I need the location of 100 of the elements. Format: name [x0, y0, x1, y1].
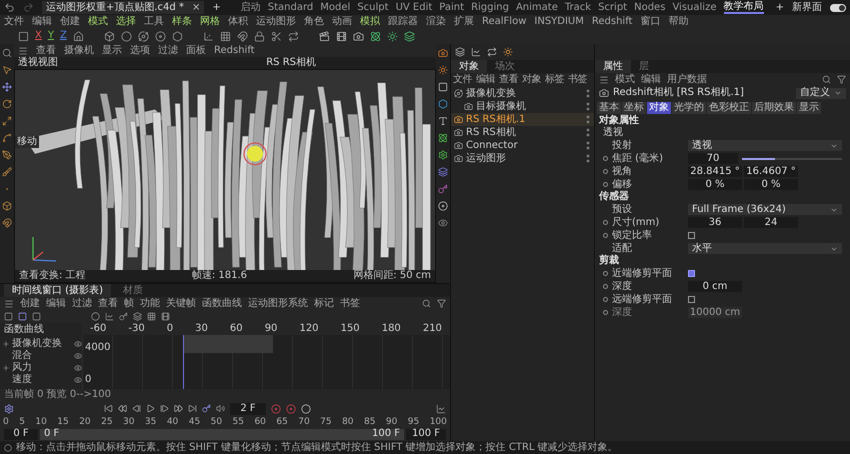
orbit-icon[interactable] — [454, 89, 463, 98]
menu-item[interactable]: 体积 — [228, 16, 248, 26]
value-field[interactable]: 0 cm — [688, 281, 742, 292]
layout-tab[interactable]: Rigging — [471, 1, 509, 14]
section-tab[interactable]: 显示 — [797, 102, 821, 114]
search-icon[interactable] — [2, 48, 12, 58]
playback-icon[interactable] — [174, 404, 183, 413]
curve-tool-icon[interactable] — [105, 312, 114, 321]
hexagon-icon[interactable] — [438, 99, 448, 109]
checkbox[interactable] — [688, 270, 695, 277]
axis-toggle[interactable]: X — [35, 31, 42, 41]
spline-icon[interactable] — [2, 133, 12, 143]
menu-icon[interactable] — [599, 74, 609, 84]
value-field[interactable]: 0 % — [744, 179, 798, 190]
range-start-field[interactable]: 0 F — [4, 428, 38, 440]
menu-item[interactable]: 运动图形 — [256, 16, 296, 26]
object-row[interactable]: RS RS相机 — [451, 126, 594, 139]
menu-item[interactable]: 样条 — [172, 16, 192, 26]
menu-item[interactable]: 动画 — [332, 16, 352, 26]
view-menu-item[interactable]: 显示 — [102, 46, 122, 56]
track-name[interactable]: 混合 — [12, 351, 72, 361]
add-layout-button[interactable]: + — [776, 2, 784, 12]
menu-icon[interactable] — [18, 46, 28, 56]
attribute-menu-item[interactable]: 用户数据 — [667, 74, 707, 84]
filter-icon[interactable] — [437, 299, 446, 308]
camera-icon[interactable] — [438, 48, 448, 58]
dropdown[interactable]: Full Frame (36x24) — [688, 204, 842, 215]
dropdown[interactable]: 水平 — [688, 243, 842, 254]
panel-tab[interactable]: 属性 — [595, 60, 631, 73]
move-icon[interactable] — [2, 82, 12, 92]
menu-item[interactable]: 模式 — [88, 16, 108, 26]
menu-item[interactable]: 文件 — [4, 16, 24, 26]
playback-icon[interactable] — [118, 404, 127, 413]
curve-tool-icon[interactable] — [161, 312, 170, 321]
value-field[interactable]: 24 — [744, 217, 798, 228]
menu-item[interactable]: 帮助 — [668, 16, 688, 26]
object-row[interactable]: 目标摄像机 — [451, 100, 594, 113]
menu-item[interactable]: 工具 — [144, 16, 164, 26]
menu-item[interactable]: 选择 — [116, 16, 136, 26]
menu-item[interactable]: RealFlow — [482, 16, 526, 26]
curve-tool-icon[interactable] — [119, 312, 128, 321]
view-menu-item[interactable]: 摄像机 — [64, 46, 94, 56]
disc-icon[interactable] — [438, 201, 448, 211]
range-end-field[interactable]: 100 F — [406, 428, 446, 440]
range-bar[interactable]: 0 F 100 F — [40, 428, 404, 440]
object-row[interactable]: 摄像机变换 — [451, 87, 594, 100]
timeline-menu-item[interactable]: 过滤 — [72, 298, 92, 308]
view-menu-item[interactable]: 选项 — [130, 46, 150, 56]
menu-item[interactable]: INSYDIUM — [534, 16, 584, 26]
expand-icon[interactable] — [2, 340, 10, 348]
scissors-icon[interactable] — [270, 30, 282, 42]
panel-tab[interactable]: 对象 — [451, 60, 487, 73]
section-tab[interactable]: 对象 — [647, 102, 671, 114]
visibility-dots-icon[interactable] — [586, 128, 590, 137]
attribute-menu-item[interactable]: 编辑 — [641, 74, 661, 84]
menu-item[interactable]: 网格 — [200, 16, 220, 26]
layers-icon[interactable] — [438, 167, 448, 177]
track-toggle-icon[interactable] — [74, 376, 82, 384]
object-row[interactable]: 运动图形 — [451, 152, 594, 165]
magnet-icon[interactable] — [2, 218, 12, 228]
layout-tab[interactable]: Animate — [516, 1, 558, 14]
autokey-icon[interactable] — [301, 404, 311, 414]
text-icon[interactable] — [438, 116, 448, 126]
rotate-icon[interactable] — [2, 99, 12, 109]
record-icon[interactable] — [271, 404, 281, 414]
playback-icon[interactable] — [188, 404, 197, 413]
chart-icon[interactable] — [471, 47, 481, 57]
value-field[interactable]: 0 % — [688, 179, 742, 190]
lock-icon[interactable] — [254, 30, 265, 42]
filter-icon[interactable] — [837, 75, 846, 84]
undo-icon[interactable] — [4, 2, 15, 13]
timeline-menu-item[interactable]: 帧 — [124, 298, 134, 308]
dropdown[interactable]: 透视 — [688, 140, 842, 151]
visibility-dots-icon[interactable] — [586, 89, 590, 98]
close-tab-button[interactable]: × — [192, 2, 200, 12]
section-tab[interactable]: 基本 — [597, 102, 621, 114]
home-icon[interactable] — [72, 30, 84, 42]
view-menu-item[interactable]: 过滤 — [158, 46, 178, 56]
search-icon[interactable] — [822, 75, 831, 84]
panel-tab[interactable]: 时间线窗口 (摄影表) — [4, 284, 111, 297]
menu-item[interactable]: 模拟 — [360, 16, 380, 26]
layout-tab[interactable]: Paint — [439, 1, 464, 14]
keyframe-icon[interactable] — [202, 404, 211, 413]
value-field[interactable]: 16.4607 ° — [744, 166, 798, 177]
visibility-dots-icon[interactable] — [586, 154, 590, 163]
menu-item[interactable]: 渲染 — [426, 16, 446, 26]
layout-tab[interactable]: Nodes — [634, 1, 666, 14]
camera-icon[interactable] — [454, 141, 463, 150]
playback-icon[interactable] — [104, 404, 113, 413]
hexagon-icon[interactable] — [172, 30, 183, 42]
view-menu-item[interactable]: Redshift — [214, 46, 255, 56]
pointer-icon[interactable] — [2, 65, 12, 75]
section-tab[interactable]: 光学的 — [672, 102, 706, 114]
section-tab[interactable]: 色彩校正 — [707, 102, 751, 114]
track-toggle-icon[interactable] — [74, 364, 82, 372]
settings-icon[interactable] — [4, 404, 14, 414]
axis-toggle[interactable]: Y — [48, 31, 54, 41]
layers-icon[interactable] — [404, 30, 415, 42]
light-icon[interactable] — [503, 47, 513, 57]
record-icon[interactable] — [286, 404, 296, 414]
